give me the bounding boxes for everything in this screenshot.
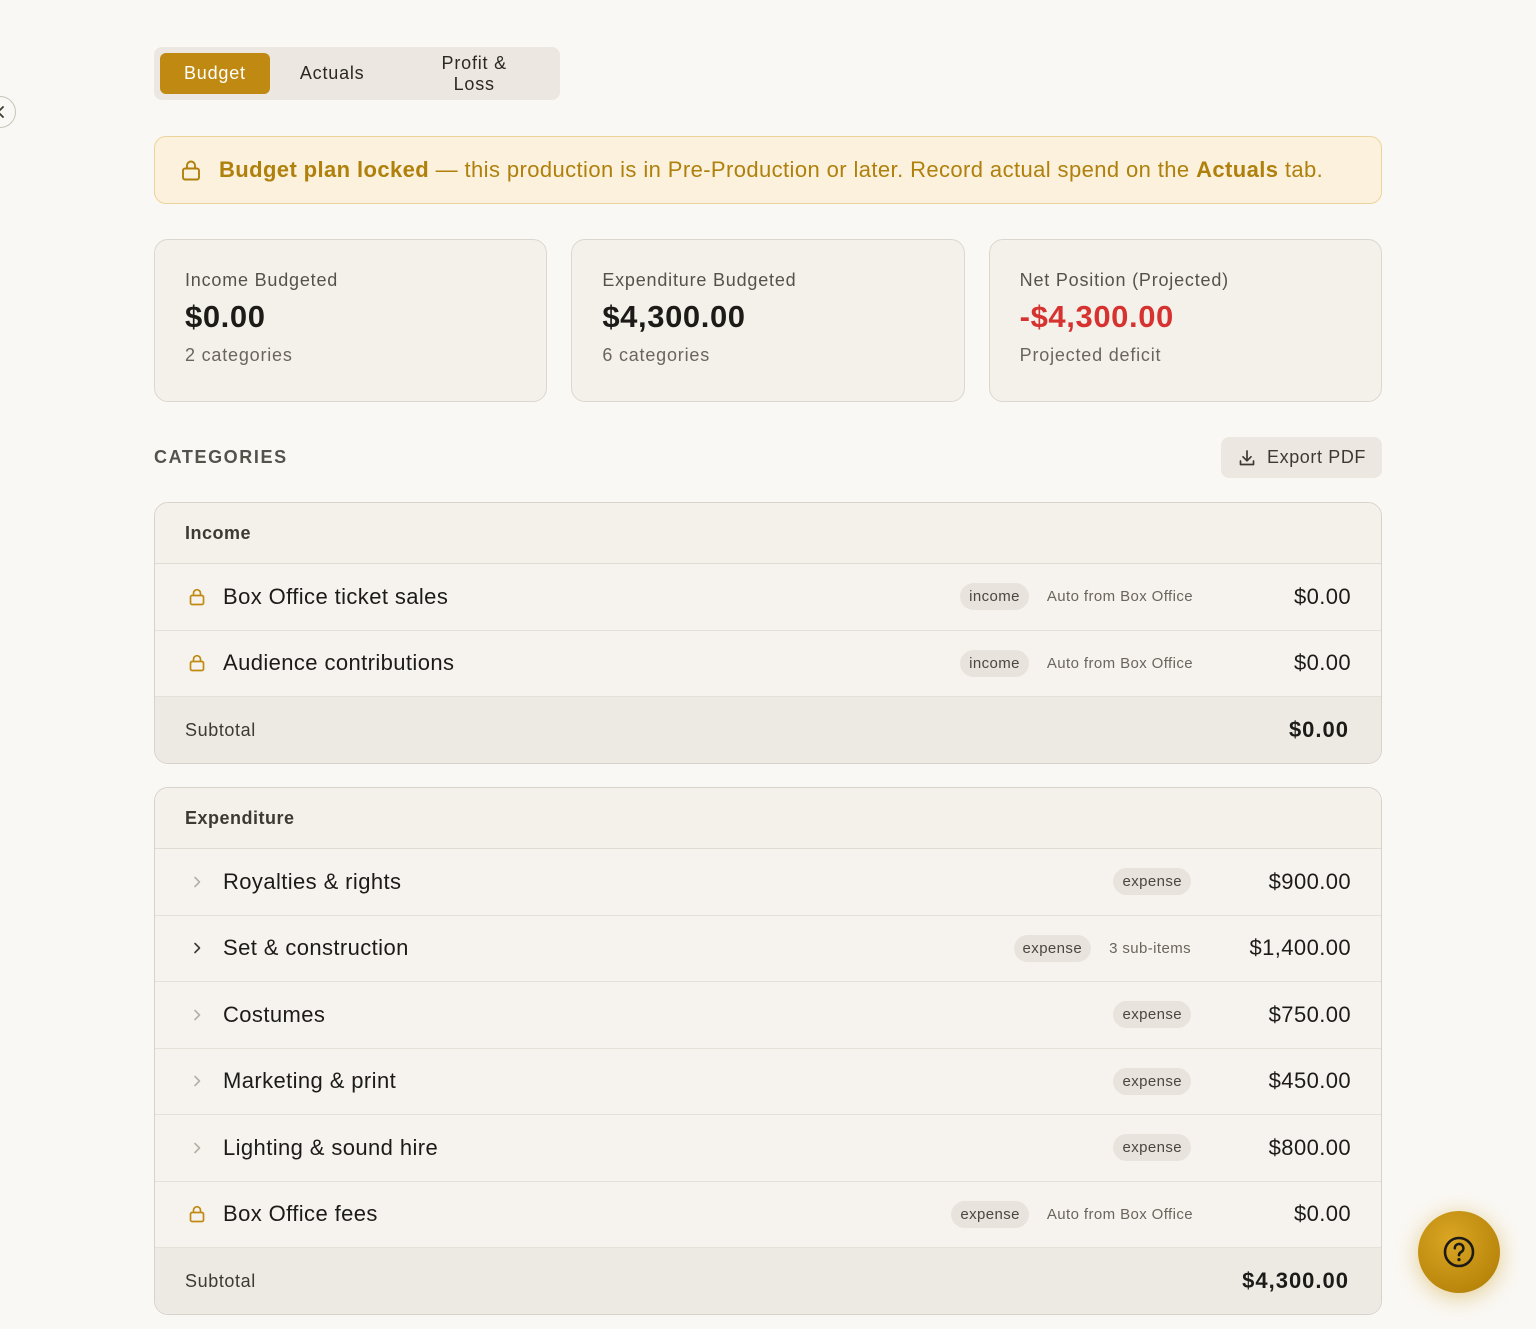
type-badge: income bbox=[960, 649, 1029, 677]
subtotal-row: Subtotal $0.00 bbox=[155, 697, 1381, 763]
tab-profit-loss[interactable]: Profit & Loss bbox=[395, 53, 555, 94]
row-amount: $450.00 bbox=[1268, 1068, 1351, 1094]
row-name: Box Office ticket sales bbox=[223, 583, 449, 609]
row-amount: $0.00 bbox=[1293, 650, 1351, 676]
income-budgeted-card: Income Budgeted $0.00 2 categories bbox=[154, 239, 548, 402]
card-sub: 2 categories bbox=[185, 345, 293, 365]
net-position-card: Net Position (Projected) -$4,300.00 Proj… bbox=[988, 239, 1382, 402]
export-pdf-button[interactable]: Export PDF bbox=[1221, 437, 1382, 478]
help-button[interactable] bbox=[1418, 1211, 1500, 1293]
row-amount: $800.00 bbox=[1268, 1134, 1351, 1160]
row-name: Set & construction bbox=[223, 935, 409, 961]
banner-strong: Budget plan locked bbox=[219, 157, 430, 182]
type-badge: expense bbox=[1013, 934, 1092, 962]
expenditure-category-table: Expenditure Royalties & rights expense $… bbox=[154, 787, 1382, 1315]
table-row: Box Office fees expense Auto from Box Of… bbox=[155, 1181, 1381, 1248]
table-row[interactable]: Marketing & print expense $450.00 bbox=[155, 1048, 1381, 1115]
table-row[interactable]: Royalties & rights expense $900.00 bbox=[155, 849, 1381, 916]
budget-locked-banner: Budget plan locked — this production is … bbox=[154, 136, 1382, 204]
banner-actuals-link[interactable]: Actuals bbox=[1196, 157, 1278, 182]
subtotal-amount: $4,300.00 bbox=[1242, 1268, 1349, 1293]
help-circle-icon bbox=[1443, 1236, 1475, 1268]
row-note: 3 sub-items bbox=[1109, 939, 1191, 957]
type-badge: expense bbox=[1113, 1067, 1191, 1095]
chevron-right-icon[interactable] bbox=[185, 1003, 209, 1027]
type-badge: income bbox=[960, 583, 1029, 611]
row-note: Auto from Box Office bbox=[1046, 1205, 1193, 1223]
subtotal-label: Subtotal bbox=[185, 719, 256, 740]
lock-icon bbox=[185, 1202, 209, 1226]
group-title: Income bbox=[155, 503, 1381, 564]
lock-icon bbox=[185, 585, 209, 609]
table-row[interactable]: Lighting & sound hire expense $800.00 bbox=[155, 1115, 1381, 1182]
expenditure-budgeted-card: Expenditure Budgeted $4,300.00 6 categor… bbox=[571, 239, 965, 402]
card-sub: 6 categories bbox=[602, 345, 710, 365]
chevron-left-icon bbox=[0, 106, 4, 118]
banner-body: — this production is in Pre-Production o… bbox=[429, 157, 1197, 182]
type-badge: expense bbox=[1113, 1134, 1191, 1162]
card-value: -$4,300.00 bbox=[1019, 299, 1174, 334]
table-row[interactable]: Set & construction expense 3 sub-items $… bbox=[155, 915, 1381, 982]
chevron-right-icon[interactable] bbox=[185, 1136, 209, 1160]
row-name: Audience contributions bbox=[223, 650, 455, 676]
banner-suffix: tab. bbox=[1278, 157, 1324, 182]
card-value: $4,300.00 bbox=[602, 299, 746, 334]
card-label: Income Budgeted bbox=[185, 270, 339, 290]
income-category-table: Income Box Office ticket sales income Au… bbox=[154, 502, 1382, 764]
export-pdf-label: Export PDF bbox=[1266, 447, 1367, 467]
row-amount: $0.00 bbox=[1293, 1201, 1351, 1227]
lock-icon bbox=[185, 651, 209, 675]
sidebar-collapse-button[interactable] bbox=[0, 96, 16, 128]
type-badge: expense bbox=[951, 1200, 1029, 1228]
row-amount: $1,400.00 bbox=[1249, 935, 1351, 961]
banner-text: Budget plan locked — this production is … bbox=[219, 157, 1323, 183]
page: Budget Actuals Profit & Loss Budget plan… bbox=[0, 0, 1536, 1329]
type-badge: expense bbox=[1113, 1001, 1191, 1029]
chevron-right-icon[interactable] bbox=[185, 1069, 209, 1093]
row-name: Royalties & rights bbox=[223, 868, 402, 894]
summary-cards: Income Budgeted $0.00 2 categories Expen… bbox=[154, 239, 1382, 402]
row-name: Box Office fees bbox=[223, 1201, 378, 1227]
type-badge: expense bbox=[1113, 868, 1191, 896]
tab-budget[interactable]: Budget bbox=[160, 53, 270, 94]
card-label: Net Position (Projected) bbox=[1019, 270, 1229, 290]
table-row: Audience contributions income Auto from … bbox=[155, 630, 1381, 697]
row-amount: $0.00 bbox=[1293, 583, 1351, 609]
lock-icon bbox=[179, 158, 203, 182]
table-row[interactable]: Costumes expense $750.00 bbox=[155, 982, 1381, 1049]
card-label: Expenditure Budgeted bbox=[602, 270, 797, 290]
row-amount: $750.00 bbox=[1268, 1001, 1351, 1027]
table-row: Box Office ticket sales income Auto from… bbox=[155, 564, 1381, 631]
row-note: Auto from Box Office bbox=[1046, 588, 1193, 606]
chevron-right-icon[interactable] bbox=[185, 870, 209, 894]
row-name: Lighting & sound hire bbox=[223, 1134, 439, 1160]
group-title: Expenditure bbox=[155, 788, 1381, 849]
tab-actuals[interactable]: Actuals bbox=[276, 53, 389, 94]
subtotal-label: Subtotal bbox=[185, 1270, 256, 1291]
view-tabs: Budget Actuals Profit & Loss bbox=[154, 47, 560, 100]
row-amount: $900.00 bbox=[1268, 868, 1351, 894]
subtotal-row: Subtotal $4,300.00 bbox=[155, 1248, 1381, 1314]
row-note: Auto from Box Office bbox=[1046, 654, 1193, 672]
card-sub: Projected deficit bbox=[1019, 345, 1162, 365]
chevron-right-icon[interactable] bbox=[185, 936, 209, 960]
card-value: $0.00 bbox=[185, 299, 266, 334]
categories-heading: CATEGORIES bbox=[154, 447, 288, 467]
row-name: Marketing & print bbox=[223, 1068, 397, 1094]
subtotal-amount: $0.00 bbox=[1288, 717, 1349, 742]
row-name: Costumes bbox=[223, 1001, 326, 1027]
download-icon bbox=[1239, 449, 1255, 465]
